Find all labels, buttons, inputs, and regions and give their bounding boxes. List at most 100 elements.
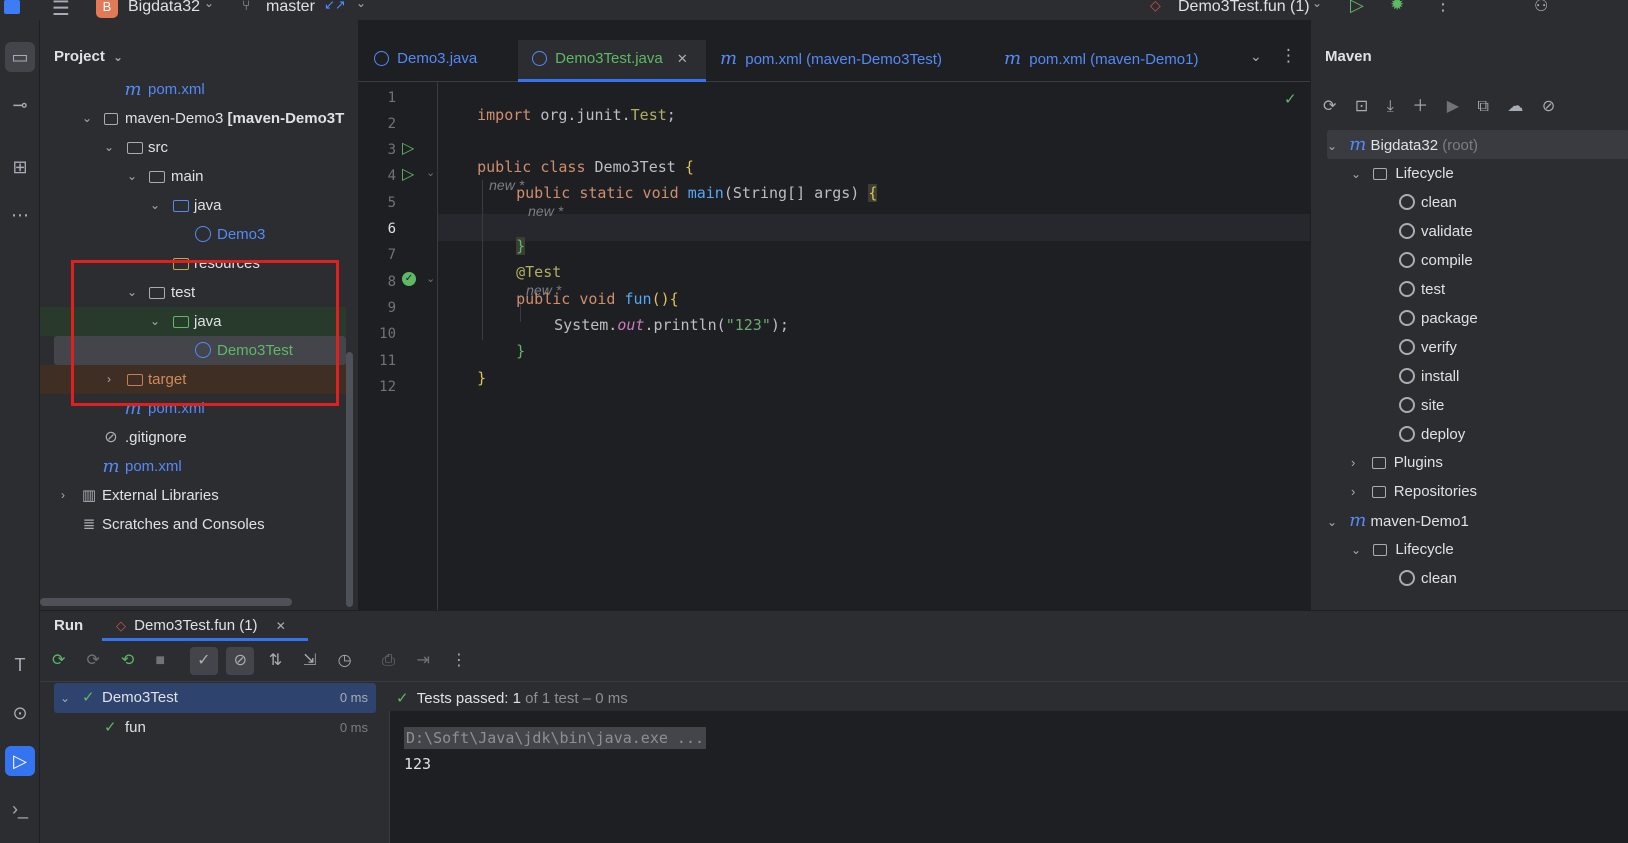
chevron-down-icon[interactable]: ⌄: [1327, 515, 1337, 529]
run-class-icon[interactable]: ▷: [402, 138, 414, 158]
line-number[interactable]: 6: [358, 221, 396, 237]
chevron-down-icon[interactable]: ⌄: [1351, 167, 1361, 181]
tree-item-external-libraries[interactable]: › ▥ External Libraries: [40, 481, 358, 510]
tree-item-main[interactable]: ⌄ main: [40, 162, 358, 191]
branch-name[interactable]: master: [266, 0, 315, 16]
more-actions-icon[interactable]: ⋮: [1434, 0, 1452, 15]
tab-pom-maven-demo3test[interactable]: m pom.xml (maven-Demo3Test): [720, 40, 990, 82]
line-number[interactable]: 1: [358, 90, 396, 106]
line-number[interactable]: 4: [358, 168, 396, 184]
tree-item-src[interactable]: ⌄ src: [40, 133, 358, 162]
line-number[interactable]: 3: [358, 142, 396, 158]
export-icon[interactable]: ⇥: [417, 650, 447, 670]
skip-tests-icon[interactable]: ⊘: [1542, 98, 1555, 115]
line-number[interactable]: 7: [358, 247, 396, 263]
line-number[interactable]: 2: [358, 116, 396, 132]
console-command-line[interactable]: D:\Soft\Java\jdk\bin\java.exe ...: [404, 727, 707, 749]
add-icon[interactable]: ＋: [1412, 98, 1428, 115]
code-line-9[interactable]: System.out.println("123");: [518, 298, 789, 352]
maven-lifecycle-item[interactable]: ⌄ Lifecycle: [1351, 535, 1454, 564]
maven-module-item[interactable]: ⌄ m maven-Demo1: [1327, 506, 1469, 535]
chevron-down-icon[interactable]: ⌄: [102, 133, 116, 162]
project-tool-icon[interactable]: ▭: [5, 42, 35, 72]
debug-icon[interactable]: ✹: [1390, 0, 1404, 15]
build-tool-icon[interactable]: T: [5, 650, 35, 680]
maven-phase-item[interactable]: package: [1399, 304, 1478, 333]
maven-phase-item[interactable]: deploy: [1399, 420, 1465, 449]
chevron-down-icon[interactable]: ⌄: [80, 104, 94, 133]
more-options-icon[interactable]: ⋮: [451, 650, 471, 670]
run-config-name[interactable]: Demo3Test.fun (1): [1178, 0, 1310, 16]
offline-mode-icon[interactable]: ☁: [1507, 98, 1523, 115]
fold-icon[interactable]: ⌄: [426, 166, 435, 179]
download-icon[interactable]: ⤓: [1387, 98, 1394, 115]
code-line-11[interactable]: }: [441, 351, 486, 405]
tab-list-chevron-icon[interactable]: ⌄: [1250, 48, 1262, 65]
maven-phase-item[interactable]: clean: [1399, 188, 1457, 217]
code-line-10[interactable]: }: [480, 324, 525, 378]
chevron-right-icon[interactable]: ›: [1351, 484, 1355, 499]
show-ignored-icon[interactable]: ⊘: [226, 647, 255, 675]
line-number[interactable]: 8: [358, 274, 396, 290]
main-menu-icon[interactable]: ☰: [52, 0, 70, 20]
inlay-hint[interactable]: new *: [528, 203, 563, 219]
maven-phase-item[interactable]: compile: [1399, 246, 1473, 275]
maven-lifecycle-item[interactable]: ⌄ Lifecycle: [1351, 159, 1454, 188]
tree-item-java-main[interactable]: ⌄ java: [40, 191, 358, 220]
code-line-4[interactable]: public static void main(String[] args) {…: [480, 166, 878, 238]
sort-icon[interactable]: ⇅: [269, 650, 299, 670]
test-suite-row[interactable]: ⌄ ✓ Demo3Test 0 ms: [54, 683, 376, 713]
console-output[interactable]: D:\Soft\Java\jdk\bin\java.exe ... 123: [390, 711, 1628, 843]
history-icon[interactable]: ◷: [338, 650, 378, 670]
chevron-down-icon[interactable]: ⌄: [148, 191, 162, 220]
structure-icon[interactable]: ⊞: [5, 152, 35, 182]
services-icon[interactable]: ⊙: [5, 698, 35, 728]
rerun-failed-icon[interactable]: ⟳: [86, 650, 116, 670]
maven-phase-item[interactable]: install: [1399, 362, 1459, 391]
maven-plugins-item[interactable]: › Plugins: [1351, 448, 1443, 477]
code-line-1[interactable]: import org.junit.Test;: [441, 88, 676, 142]
tree-item-maven-demo3[interactable]: ⌄ maven-Demo3 [maven-Demo3T: [40, 104, 358, 133]
close-tab-icon[interactable]: ✕: [276, 619, 286, 633]
line-number[interactable]: 9: [358, 300, 396, 316]
tree-item-pom-xml-root[interactable]: m pom.xml: [40, 452, 358, 481]
tree-item-pom-xml[interactable]: m pom.xml: [40, 75, 358, 104]
chevron-down-icon[interactable]: ⌄: [1351, 543, 1361, 557]
line-number[interactable]: 12: [358, 379, 396, 395]
line-number[interactable]: 5: [358, 195, 396, 211]
chevron-down-icon[interactable]: ⌄: [1312, 0, 1322, 10]
chevron-down-icon[interactable]: ⌄: [356, 0, 366, 10]
maven-phase-item[interactable]: site: [1399, 391, 1444, 420]
tree-item-scratches[interactable]: ≣ Scratches and Consoles: [40, 510, 358, 539]
chevron-down-icon[interactable]: ⌄: [1327, 139, 1337, 153]
execute-goal-icon[interactable]: ⧉: [1477, 98, 1488, 115]
tree-item-demo3[interactable]: Demo3: [40, 220, 358, 249]
run-main-icon[interactable]: ▷: [402, 164, 414, 184]
project-panel-header[interactable]: Project ⌄: [54, 48, 123, 65]
run-icon[interactable]: ▷: [1350, 0, 1364, 16]
reload-icon[interactable]: ⟳: [1323, 98, 1336, 115]
maven-root-item[interactable]: ⌄ m Bigdata32 (root): [1327, 130, 1478, 159]
more-tools-icon[interactable]: ⋯: [5, 200, 35, 230]
chevron-down-icon[interactable]: ⌄: [113, 50, 123, 64]
test-passed-icon[interactable]: ✓: [402, 272, 416, 286]
tab-options-icon[interactable]: ⋮: [1280, 46, 1297, 66]
horizontal-scrollbar[interactable]: [40, 598, 292, 606]
chevron-down-icon[interactable]: ⌄: [204, 0, 214, 10]
toggle-auto-test-icon[interactable]: ⟲: [121, 650, 151, 670]
maven-repositories-item[interactable]: › Repositories: [1351, 477, 1477, 506]
close-tab-icon[interactable]: ✕: [677, 51, 688, 66]
line-number[interactable]: 10: [358, 326, 396, 342]
chevron-right-icon[interactable]: ›: [1351, 455, 1355, 470]
chevron-down-icon[interactable]: ⌄: [60, 683, 70, 713]
run-tab[interactable]: ◇ Demo3Test.fun (1) ✕: [102, 611, 308, 641]
maven-phase-item[interactable]: clean: [1399, 564, 1457, 593]
collapse-icon[interactable]: ⇲: [303, 650, 333, 670]
stop-icon[interactable]: ■: [155, 652, 185, 670]
reload-folder-icon[interactable]: ⊡: [1355, 98, 1368, 115]
commit-icon[interactable]: ⊸: [5, 90, 35, 120]
screenshot-icon[interactable]: ⎙: [382, 652, 412, 670]
line-number[interactable]: 11: [358, 353, 396, 369]
project-name[interactable]: Bigdata32: [128, 0, 200, 16]
maven-phase-item[interactable]: validate: [1399, 217, 1473, 246]
